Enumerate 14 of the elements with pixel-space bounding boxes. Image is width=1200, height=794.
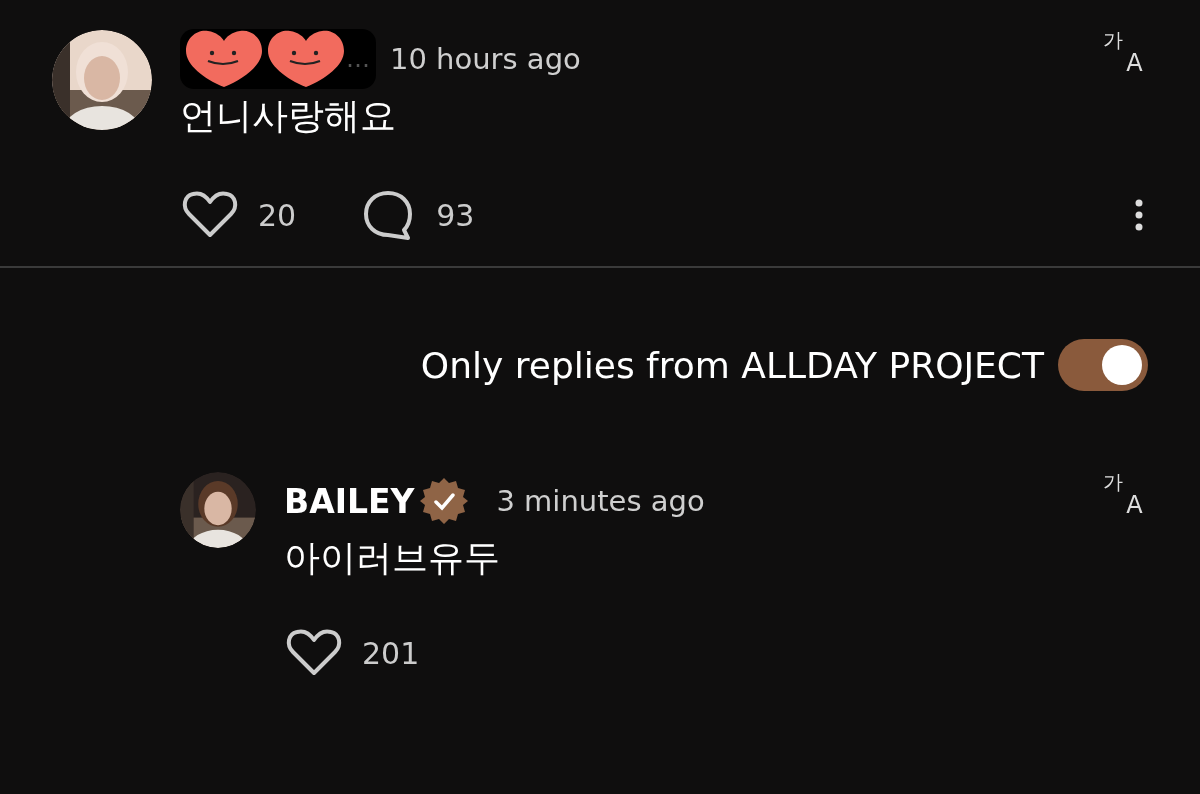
username[interactable]: BAILEY bbox=[284, 481, 415, 521]
reply-text: 아이러브유두 bbox=[284, 536, 501, 580]
timestamp: 3 minutes ago bbox=[496, 484, 705, 518]
reply-count: 93 bbox=[436, 197, 475, 233]
toggle-switch[interactable] bbox=[1058, 339, 1148, 391]
more-icon[interactable] bbox=[1134, 198, 1144, 232]
translate-button[interactable]: 가 A bbox=[1102, 30, 1144, 74]
translate-button[interactable]: 가 A bbox=[1102, 472, 1144, 516]
like-count: 201 bbox=[362, 635, 420, 671]
username-ellipsis: … bbox=[346, 45, 371, 73]
comment-text: 언니사랑해요 bbox=[180, 94, 397, 138]
like-count: 20 bbox=[258, 197, 297, 233]
timestamp: 10 hours ago bbox=[390, 42, 581, 76]
filter-label: Only replies from ALLDAY PROJECT bbox=[420, 344, 1044, 386]
